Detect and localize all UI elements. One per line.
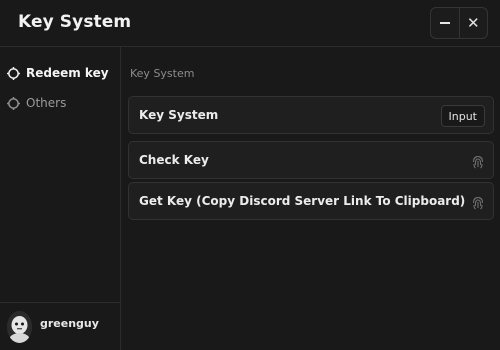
row-label: Check Key bbox=[139, 153, 209, 167]
username: greenguy bbox=[40, 317, 99, 330]
sidebar: Redeem key Others greenguy bbox=[0, 47, 121, 350]
close-icon: ✕ bbox=[466, 14, 480, 32]
minimize-button[interactable] bbox=[431, 8, 459, 38]
section-title: Key System bbox=[130, 67, 195, 80]
close-button[interactable]: ✕ bbox=[460, 8, 488, 38]
avatar bbox=[7, 311, 32, 343]
fingerprint-icon bbox=[472, 155, 484, 169]
row-label: Key System bbox=[139, 108, 219, 122]
avatar-icon bbox=[7, 311, 32, 343]
sidebar-item-label: Others bbox=[26, 96, 67, 110]
crosshair-icon bbox=[7, 96, 20, 110]
minimize-icon bbox=[439, 22, 450, 24]
window-controls: ✕ bbox=[430, 7, 488, 39]
get-key-button[interactable]: Get Key (Copy Discord Server Link To Cli… bbox=[128, 182, 494, 220]
key-input-field[interactable]: Input bbox=[440, 105, 485, 127]
row-label: Get Key (Copy Discord Server Link To Cli… bbox=[139, 194, 466, 208]
sidebar-item-others[interactable]: Others bbox=[7, 94, 66, 112]
sidebar-item-redeem-key[interactable]: Redeem key bbox=[7, 64, 109, 82]
window-title: Key System bbox=[18, 12, 132, 32]
key-input-row[interactable]: Key System Input bbox=[128, 96, 494, 134]
fingerprint-icon bbox=[472, 196, 484, 210]
title-bar: Key System ✕ bbox=[0, 0, 500, 47]
check-key-button[interactable]: Check Key bbox=[128, 141, 494, 179]
key-system-window: Key System ✕ Redeem key Others greenguy … bbox=[0, 0, 500, 350]
user-profile: greenguy bbox=[0, 302, 120, 350]
main-panel: Key System Key System Input Check Key Ge… bbox=[121, 47, 500, 350]
sidebar-item-label: Redeem key bbox=[26, 66, 109, 80]
crosshair-icon bbox=[7, 66, 20, 80]
